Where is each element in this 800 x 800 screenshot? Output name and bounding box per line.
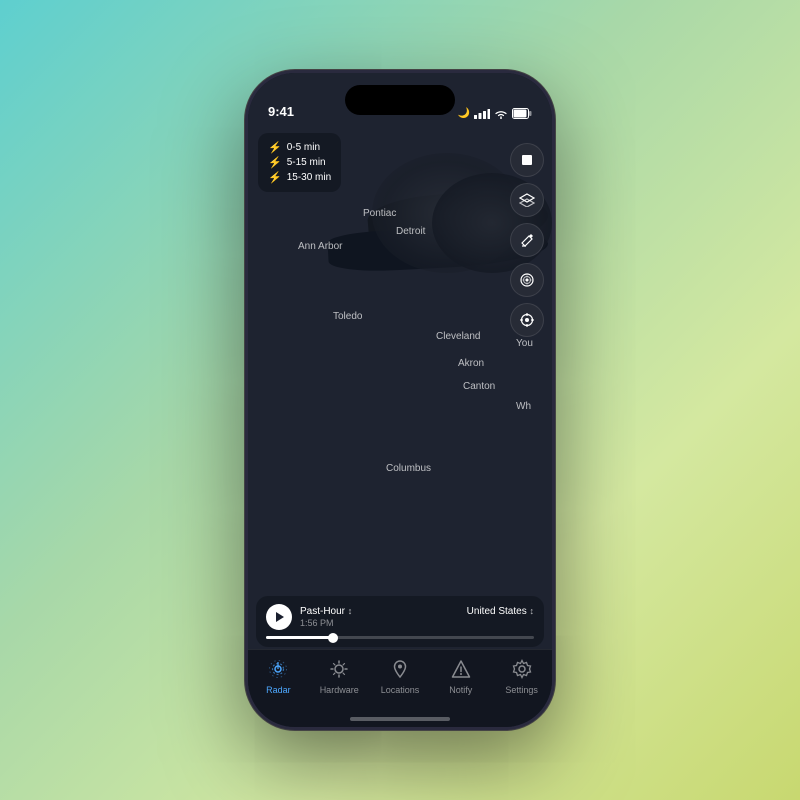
tab-notify[interactable]: Notify xyxy=(430,658,491,695)
lightning-icon-green: ⚡ xyxy=(268,171,282,184)
legend-label-15-30: 15-30 min xyxy=(287,172,331,183)
settings-tab-icon xyxy=(511,658,533,683)
progress-bar[interactable] xyxy=(266,636,534,639)
side-controls xyxy=(510,143,544,337)
playback-region[interactable]: United States ↕ xyxy=(467,606,534,617)
locations-tab-icon xyxy=(389,658,411,683)
legend-box: ⚡ 0-5 min ⚡ 5-15 min ⚡ 15-30 min xyxy=(258,133,341,192)
home-indicator xyxy=(350,717,450,721)
progress-handle[interactable] xyxy=(328,633,338,643)
playback-bar[interactable]: Past-Hour ↕ United States ↕ 1:56 PM xyxy=(256,596,544,647)
legend-item-0-5: ⚡ 0-5 min xyxy=(268,141,331,154)
radar-tab-icon xyxy=(267,658,289,683)
notify-tab-icon xyxy=(450,658,472,683)
location-button[interactable] xyxy=(510,303,544,337)
dynamic-island xyxy=(345,85,455,115)
legend-item-15-30: ⚡ 15-30 min xyxy=(268,171,331,184)
phone-frame: Pontiac Ann Arbor Detroit Toledo Clevela… xyxy=(245,70,555,730)
tab-radar[interactable]: Radar xyxy=(248,658,309,695)
wifi-icon xyxy=(494,109,508,119)
playback-mode[interactable]: Past-Hour ↕ xyxy=(300,606,352,617)
legend-label-5-15: 5-15 min xyxy=(287,157,326,168)
tab-hardware[interactable]: Hardware xyxy=(309,658,370,695)
stop-button[interactable] xyxy=(510,143,544,177)
playback-labels: Past-Hour ↕ United States ↕ xyxy=(300,606,534,617)
legend-label-0-5: 0-5 min xyxy=(287,142,320,153)
lightning-icon-red: ⚡ xyxy=(268,141,282,154)
playback-top: Past-Hour ↕ United States ↕ 1:56 PM xyxy=(266,604,534,630)
battery-icon xyxy=(512,108,532,119)
tab-settings-label: Settings xyxy=(505,685,538,695)
playback-time: 1:56 PM xyxy=(300,618,534,628)
signal-icon xyxy=(474,109,490,119)
tab-settings[interactable]: Settings xyxy=(491,658,552,695)
radar-zone-button[interactable] xyxy=(510,263,544,297)
edit-button[interactable] xyxy=(510,223,544,257)
power-button xyxy=(552,213,555,273)
tab-notify-label: Notify xyxy=(449,685,472,695)
tab-bar: Radar Hardware Locations xyxy=(248,649,552,727)
moon-icon: 🌙 xyxy=(458,108,470,119)
layers-button[interactable] xyxy=(510,183,544,217)
tab-locations-label: Locations xyxy=(381,685,420,695)
tab-hardware-label: Hardware xyxy=(320,685,359,695)
play-icon xyxy=(276,612,284,622)
lightning-icon-yellow: ⚡ xyxy=(268,156,282,169)
play-button[interactable] xyxy=(266,604,292,630)
tab-radar-label: Radar xyxy=(266,685,291,695)
status-icons: 🌙 xyxy=(458,108,532,119)
playback-info: Past-Hour ↕ United States ↕ 1:56 PM xyxy=(300,606,534,628)
legend-item-5-15: ⚡ 5-15 min xyxy=(268,156,331,169)
progress-fill xyxy=(266,636,333,639)
hardware-tab-icon xyxy=(328,658,350,683)
tab-locations[interactable]: Locations xyxy=(370,658,431,695)
